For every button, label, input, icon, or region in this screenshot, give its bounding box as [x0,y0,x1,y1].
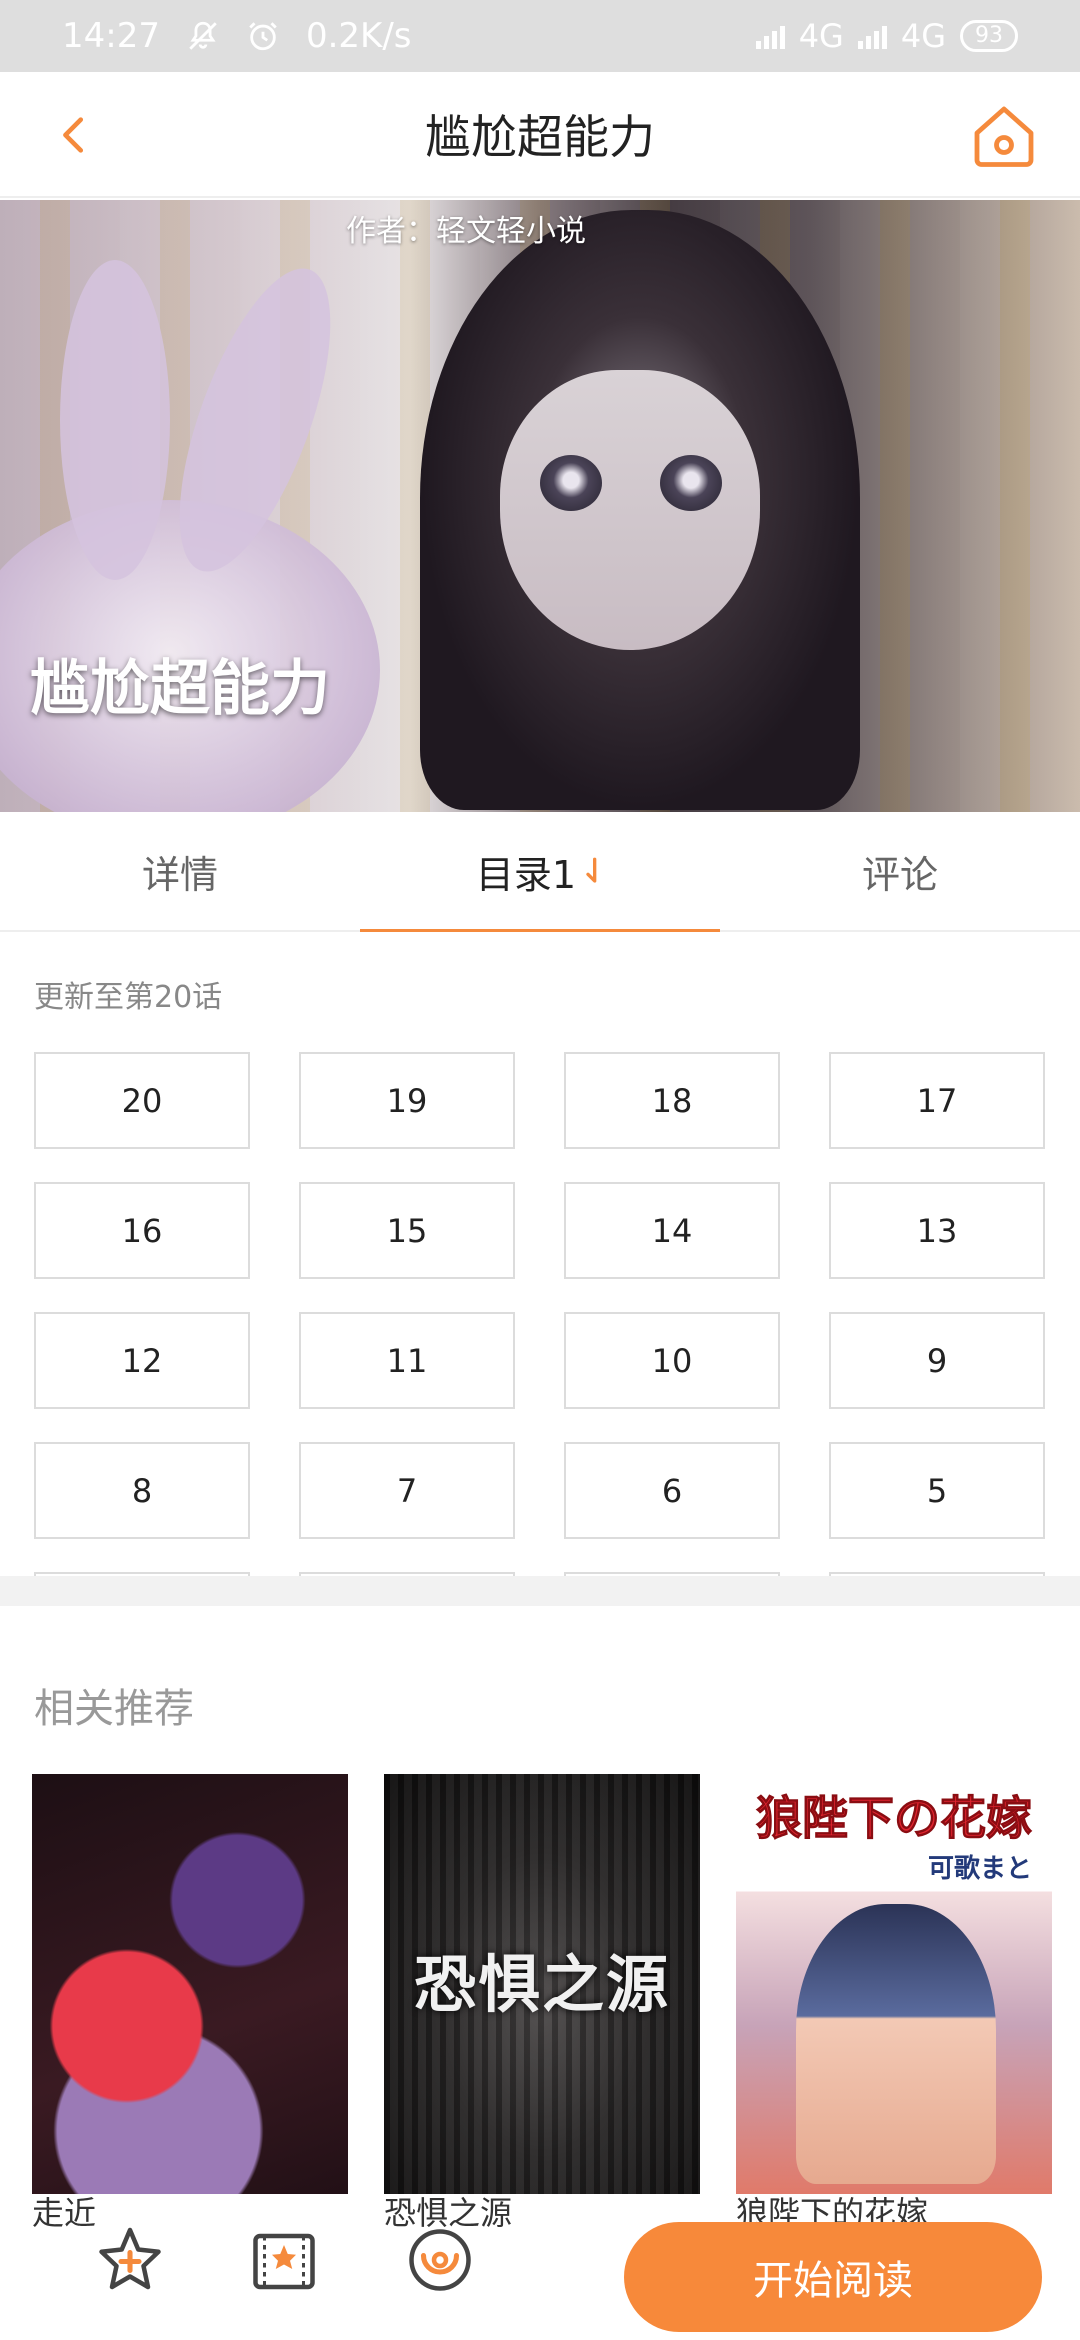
mute-bell-icon [189,21,217,50]
network-type-1: 4G [798,17,844,55]
tab-bar: 详情 目录1 评论 [0,812,1080,932]
header: 尴尬超能力 [0,72,1080,198]
page-title: 尴尬超能力 [425,110,655,164]
recommendation-card[interactable]: 走近 [32,1774,348,2232]
character-face-art [500,370,760,650]
network-speed: 0.2K/s [305,16,412,56]
bottom-action-bar: 开始阅读 [0,2210,1080,2340]
tab-label: 目录1 [475,852,577,897]
status-bar: 14:27 0.2K/s 4G 4G 93 [0,0,1080,72]
recommendation-card[interactable]: 狼陛下の花嫁 可歌まと 狼陛下的花嫁 [736,1774,1052,2232]
chapter-catalog: 更新至第20话 20 19 18 17 16 15 14 13 12 11 10… [0,934,1080,1576]
tab-comments[interactable]: 评论 [720,812,1080,930]
chapter-button[interactable]: 20 [34,1052,250,1149]
cover-character-art [796,1904,996,2184]
chapter-button[interactable]: 9 [829,1312,1045,1409]
cover-image[interactable]: 恐惧之源 [384,1774,700,2194]
chapter-button[interactable]: 6 [564,1442,780,1539]
chapter-button[interactable]: 12 [34,1312,250,1409]
chapter-button[interactable]: 16 [34,1182,250,1279]
network-type-2: 4G [900,17,946,55]
cover-banner: 作者：轻文轻小说 尴尬超能力 [0,200,1080,812]
recommendations-title: 相关推荐 [34,1686,194,1732]
chapter-button[interactable]: 19 [299,1052,515,1149]
signal-icon-2 [857,23,887,49]
chapter-button[interactable]: 8 [34,1442,250,1539]
cover-image[interactable]: 狼陛下の花嫁 可歌まと [736,1774,1052,2194]
tab-catalog[interactable]: 目录1 [360,812,720,932]
cover-title-text: 狼陛下の花嫁 [756,1791,1033,1846]
tab-label: 评论 [861,852,938,897]
character-eye-art [660,455,722,511]
subscribe-icon[interactable] [404,2224,476,2296]
start-reading-button[interactable]: 开始阅读 [624,2222,1042,2332]
tab-details[interactable]: 详情 [0,812,360,930]
cover-title-text: 恐惧之源 [413,1948,670,2021]
alarm-icon [249,22,277,51]
status-time: 14:27 [62,16,160,56]
comic-title: 尴尬超能力 [30,654,330,724]
chapter-button[interactable]: 15 [299,1182,515,1279]
update-status: 更新至第20话 [34,980,223,1015]
bunny-ear-art [60,260,170,580]
chapter-button[interactable]: 17 [829,1052,1045,1149]
cover-author-text: 可歌まと [927,1854,1032,1884]
chapter-button[interactable]: 10 [564,1312,780,1409]
chapter-grid: 20 19 18 17 16 15 14 13 12 11 10 9 8 7 6… [34,1052,1046,1576]
recommendation-card[interactable]: 恐惧之源 恐惧之源 [384,1774,700,2232]
home-icon[interactable] [968,100,1040,172]
chapter-button[interactable]: 5 [829,1442,1045,1539]
cover-image[interactable] [32,1774,348,2194]
battery-icon: 93 [960,20,1018,52]
chapter-button[interactable]: 18 [564,1052,780,1149]
chapter-button[interactable]: 7 [299,1442,515,1539]
add-favorite-star-icon[interactable] [94,2224,166,2296]
back-arrow-icon[interactable] [52,112,98,158]
chapter-button[interactable]: 13 [829,1182,1045,1279]
chapter-button[interactable]: 11 [299,1312,515,1409]
sort-icon[interactable] [582,856,604,886]
signal-icon [755,23,785,49]
character-eye-art [540,455,602,511]
chapter-button[interactable]: 14 [564,1182,780,1279]
recommendations-list: 走近 恐惧之源 恐惧之源 狼陛下の花嫁 可歌まと 狼陛下的花嫁 [32,1774,1052,2232]
ticket-icon[interactable] [248,2224,320,2296]
tab-label: 详情 [141,852,218,897]
author-label: 作者：轻文轻小说 [346,214,586,249]
section-divider [0,1576,1080,1606]
